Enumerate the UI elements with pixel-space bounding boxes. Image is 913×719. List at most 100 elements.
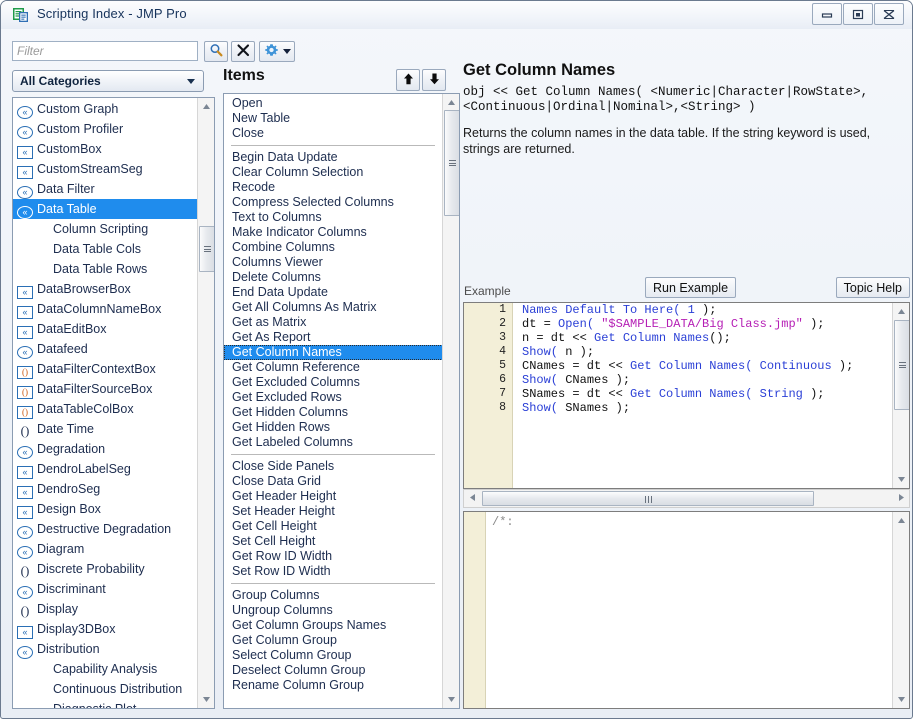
- items-list-item[interactable]: Columns Viewer: [224, 255, 442, 270]
- items-list-item[interactable]: Set Cell Height: [224, 534, 442, 549]
- items-list-item[interactable]: Get Column Group: [224, 633, 442, 648]
- items-list-item[interactable]: Get Excluded Columns: [224, 375, 442, 390]
- items-list-item[interactable]: Recode: [224, 180, 442, 195]
- category-item[interactable]: ()Date Time: [13, 419, 197, 439]
- category-item[interactable]: «Destructive Degradation: [13, 519, 197, 539]
- code-vertical-scrollbar[interactable]: [892, 303, 909, 488]
- category-item[interactable]: Data Table Cols: [13, 239, 197, 259]
- items-list-item[interactable]: Text to Columns: [224, 210, 442, 225]
- code-scrollbar-thumb[interactable]: [894, 320, 910, 410]
- code-content[interactable]: Names Default To Here( 1 );dt = Open( "$…: [522, 303, 892, 415]
- category-item[interactable]: «Diagram: [13, 539, 197, 559]
- items-scrollbar[interactable]: [442, 94, 459, 708]
- items-list-item[interactable]: Get Row ID Width: [224, 549, 442, 564]
- category-item[interactable]: Column Scripting: [13, 219, 197, 239]
- scroll-up-arrow[interactable]: [893, 512, 909, 529]
- category-item[interactable]: Diagnostic Plot: [13, 699, 197, 709]
- code-line[interactable]: n = dt << Get Column Names();: [522, 331, 892, 345]
- category-panel[interactable]: «Custom Graph«Custom Profiler«CustomBox«…: [12, 97, 215, 709]
- items-list-item[interactable]: Get All Columns As Matrix: [224, 300, 442, 315]
- items-list-item[interactable]: Ungroup Columns: [224, 603, 442, 618]
- category-scrollbar[interactable]: [197, 98, 214, 708]
- category-item[interactable]: «DendroLabelSeg: [13, 459, 197, 479]
- items-list-item[interactable]: Close Data Grid: [224, 474, 442, 489]
- category-item[interactable]: «CustomStreamSeg: [13, 159, 197, 179]
- category-item[interactable]: ()Display: [13, 599, 197, 619]
- search-button[interactable]: [204, 41, 228, 62]
- items-list-item[interactable]: Make Indicator Columns: [224, 225, 442, 240]
- filter-input[interactable]: [12, 41, 198, 61]
- category-item[interactable]: ()DataTableColBox: [13, 399, 197, 419]
- run-example-button[interactable]: Run Example: [645, 277, 736, 298]
- category-item[interactable]: «Custom Profiler: [13, 119, 197, 139]
- scroll-up-arrow[interactable]: [198, 98, 214, 115]
- code-line[interactable]: SNames = dt << Get Column Names( String …: [522, 387, 892, 401]
- move-up-button[interactable]: [396, 69, 420, 91]
- items-list-item[interactable]: Get Header Height: [224, 489, 442, 504]
- topic-help-button[interactable]: Topic Help: [836, 277, 910, 298]
- scroll-down-arrow[interactable]: [198, 691, 214, 708]
- close-button[interactable]: [874, 3, 904, 25]
- items-list-item[interactable]: Get Labeled Columns: [224, 435, 442, 450]
- items-list-item[interactable]: New Table: [224, 111, 442, 126]
- items-list-item[interactable]: Combine Columns: [224, 240, 442, 255]
- items-list-item[interactable]: Get Hidden Rows: [224, 420, 442, 435]
- code-line[interactable]: Show( CNames );: [522, 373, 892, 387]
- minimize-button[interactable]: [812, 3, 842, 25]
- category-item[interactable]: «Design Box: [13, 499, 197, 519]
- items-scrollbar-thumb[interactable]: [444, 110, 460, 216]
- items-list-item[interactable]: Get Cell Height: [224, 519, 442, 534]
- category-item[interactable]: «Degradation: [13, 439, 197, 459]
- code-line[interactable]: Names Default To Here( 1 );: [522, 303, 892, 317]
- category-item[interactable]: «DendroSeg: [13, 479, 197, 499]
- category-item[interactable]: Data Table Rows: [13, 259, 197, 279]
- items-list-item[interactable]: Set Row ID Width: [224, 564, 442, 579]
- category-item[interactable]: «Datafeed: [13, 339, 197, 359]
- items-list-item-selected[interactable]: Get Column Names: [224, 345, 445, 360]
- items-list-item[interactable]: Set Header Height: [224, 504, 442, 519]
- items-list-item[interactable]: Close: [224, 126, 442, 141]
- category-item[interactable]: «Data Filter: [13, 179, 197, 199]
- category-item[interactable]: «Data Table: [13, 199, 202, 219]
- category-list[interactable]: «Custom Graph«Custom Profiler«CustomBox«…: [13, 99, 197, 709]
- items-panel[interactable]: OpenNew TableCloseBegin Data UpdateClear…: [223, 93, 460, 709]
- category-item[interactable]: Capability Analysis: [13, 659, 197, 679]
- items-list-item[interactable]: Close Side Panels: [224, 459, 442, 474]
- settings-button[interactable]: [259, 41, 295, 62]
- items-list-item[interactable]: Clear Column Selection: [224, 165, 442, 180]
- items-list-item[interactable]: Deselect Column Group: [224, 663, 442, 678]
- scroll-up-arrow[interactable]: [443, 94, 459, 111]
- code-line[interactable]: Show( SNames );: [522, 401, 892, 415]
- items-list-item[interactable]: Group Columns: [224, 588, 442, 603]
- category-item[interactable]: ()Discrete Probability: [13, 559, 197, 579]
- clear-filter-button[interactable]: [231, 41, 255, 62]
- category-item[interactable]: «DataEditBox: [13, 319, 197, 339]
- items-list-item[interactable]: Compress Selected Columns: [224, 195, 442, 210]
- items-list-item[interactable]: Rename Column Group: [224, 678, 442, 693]
- category-item[interactable]: «Display3DBox: [13, 619, 197, 639]
- items-list-item[interactable]: Get as Matrix: [224, 315, 442, 330]
- scroll-down-arrow[interactable]: [893, 691, 909, 708]
- category-item[interactable]: Continuous Distribution: [13, 679, 197, 699]
- category-scrollbar-thumb[interactable]: [199, 226, 215, 272]
- category-item[interactable]: «Custom Graph: [13, 99, 197, 119]
- code-line[interactable]: Show( n );: [522, 345, 892, 359]
- items-list-item[interactable]: Get Column Reference: [224, 360, 442, 375]
- category-item[interactable]: ()DataFilterContextBox: [13, 359, 197, 379]
- restore-button[interactable]: [843, 3, 873, 25]
- items-list-item[interactable]: Get As Report: [224, 330, 442, 345]
- output-log-panel[interactable]: /*:: [463, 511, 910, 709]
- scroll-right-arrow[interactable]: [893, 490, 909, 505]
- items-list-item[interactable]: Delete Columns: [224, 270, 442, 285]
- items-list-item[interactable]: End Data Update: [224, 285, 442, 300]
- code-line[interactable]: dt = Open( "$SAMPLE_DATA/Big Class.jmp" …: [522, 317, 892, 331]
- items-list-item[interactable]: Select Column Group: [224, 648, 442, 663]
- items-list-item[interactable]: Get Column Groups Names: [224, 618, 442, 633]
- move-down-button[interactable]: [422, 69, 446, 91]
- category-item[interactable]: «Distribution: [13, 639, 197, 659]
- items-list-item[interactable]: Get Hidden Columns: [224, 405, 442, 420]
- items-list-item[interactable]: Get Excluded Rows: [224, 390, 442, 405]
- category-item[interactable]: ()DataFilterSourceBox: [13, 379, 197, 399]
- items-list-item[interactable]: Begin Data Update: [224, 150, 442, 165]
- category-item[interactable]: «DataBrowserBox: [13, 279, 197, 299]
